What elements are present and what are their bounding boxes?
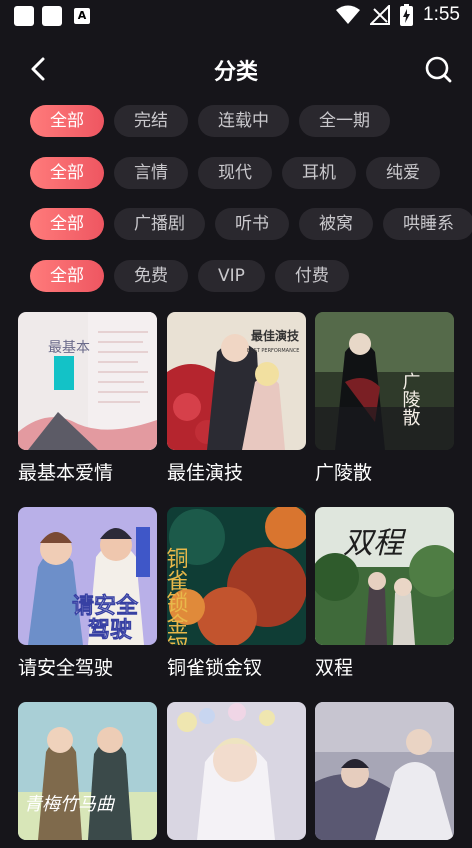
filter-chip-completed[interactable]: 完结 (114, 105, 188, 137)
drama-cover[interactable]: 最佳演技 BEST PERFORMANCE (167, 312, 306, 450)
drama-card[interactable]: 最佳演技 BEST PERFORMANCE 最佳演技 (167, 312, 306, 485)
svg-text:BEST PERFORMANCE: BEST PERFORMANCE (247, 348, 299, 354)
drama-card[interactable] (315, 702, 454, 848)
filter-row-format: 全部 广播剧 听书 被窝 哄睡系 (30, 208, 472, 240)
filter-chip-earphone[interactable]: 耳机 (282, 157, 356, 189)
filter-chip-romance[interactable]: 言情 (114, 157, 188, 189)
notification-icon (14, 6, 34, 26)
filter-row-price: 全部 免费 VIP 付费 (30, 260, 349, 292)
svg-text:驾驶: 驾驶 (88, 617, 132, 643)
filter-chip-paid[interactable]: 付费 (274, 260, 349, 292)
status-bar: A 1:55 (0, 0, 472, 34)
filter-chip-single-episode[interactable]: 全一期 (299, 105, 390, 137)
drama-card[interactable]: 最基本 最基本爱情 (18, 312, 157, 485)
filter-chip-all[interactable]: 全部 (30, 157, 104, 189)
svg-text:最佳演技: 最佳演技 (251, 328, 300, 343)
wifi-icon (336, 5, 361, 24)
filter-chip-audiobook[interactable]: 听书 (215, 208, 289, 240)
filter-chip-modern[interactable]: 现代 (198, 157, 272, 189)
drama-title[interactable]: 最佳演技 (167, 458, 306, 485)
drama-card[interactable]: 青梅竹马曲 (18, 702, 157, 848)
svg-text:青梅竹马曲: 青梅竹马曲 (24, 794, 116, 815)
svg-text:最基本: 最基本 (48, 339, 90, 356)
filter-chip-all[interactable]: 全部 (30, 208, 104, 240)
drama-card[interactable]: 广陵散 广陵散 (315, 312, 454, 485)
app-notification-icon: A (74, 8, 90, 24)
filter-chip-all[interactable]: 全部 (30, 105, 104, 137)
drama-title[interactable]: 广陵散 (315, 458, 454, 485)
drama-card[interactable]: 请安全 驾驶 请安全驾驶 (18, 507, 157, 680)
drama-cover[interactable]: 广陵散 (315, 312, 454, 450)
drama-card[interactable] (167, 702, 306, 848)
svg-text:请安全: 请安全 (72, 593, 139, 619)
drama-title[interactable]: 铜雀锁金钗 (167, 653, 306, 680)
drama-cover[interactable] (315, 702, 454, 840)
drama-title[interactable]: 最基本爱情 (18, 458, 157, 485)
filter-row-status: 全部 完结 连载中 全一期 (30, 105, 390, 137)
drama-title[interactable]: 请安全驾驶 (18, 653, 157, 680)
drama-cover[interactable] (167, 702, 306, 840)
drama-cover[interactable]: 请安全 驾驶 (18, 507, 157, 645)
drama-cover[interactable]: 最基本 (18, 312, 157, 450)
clock: 1:55 (423, 4, 460, 25)
drama-card[interactable]: 双程 双程 (315, 507, 454, 680)
signal-off-icon (370, 5, 391, 25)
svg-text:广陵散: 广陵散 (400, 372, 421, 427)
filter-chip-vip[interactable]: VIP (198, 260, 265, 292)
filter-chip-sleep[interactable]: 哄睡系 (383, 208, 472, 240)
filter-chip-pure-love[interactable]: 纯爱 (366, 157, 440, 189)
drama-cover[interactable]: 双程 (315, 507, 454, 645)
svg-text:双程: 双程 (343, 526, 407, 561)
drama-card[interactable]: 铜雀锁金钗 铜雀锁金钗 (167, 507, 306, 680)
search-icon[interactable] (424, 55, 452, 83)
notification-icon (42, 6, 62, 26)
page-title: 分类 (213, 60, 258, 85)
filter-chip-ongoing[interactable]: 连载中 (198, 105, 289, 137)
header: 分类 (0, 46, 472, 92)
filter-chip-blanket[interactable]: 被窝 (299, 208, 373, 240)
filter-chip-free[interactable]: 免费 (114, 260, 188, 292)
filter-row-genre: 全部 言情 现代 耳机 纯爱 (30, 157, 440, 189)
drama-title[interactable]: 双程 (315, 653, 454, 680)
drama-cover[interactable]: 铜雀锁金钗 (167, 507, 306, 645)
filter-chip-radio-drama[interactable]: 广播剧 (114, 208, 205, 240)
svg-text:铜雀锁金钗: 铜雀锁金钗 (167, 547, 189, 645)
battery-charging-icon (400, 4, 414, 26)
filter-chip-all[interactable]: 全部 (30, 260, 104, 292)
drama-cover[interactable]: 青梅竹马曲 (18, 702, 157, 840)
